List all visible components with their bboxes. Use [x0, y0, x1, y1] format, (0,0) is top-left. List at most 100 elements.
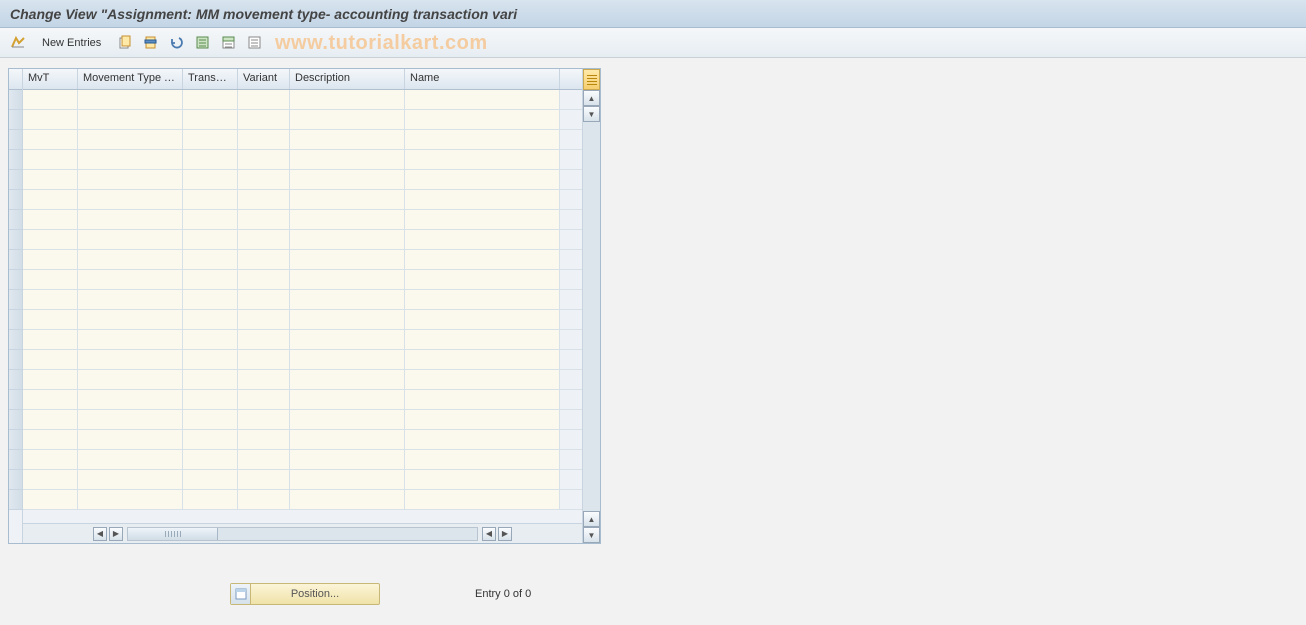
table-cell[interactable]: [290, 190, 405, 209]
table-cell[interactable]: [78, 290, 183, 309]
column-header-movement-type-text[interactable]: Movement Type Text: [78, 69, 183, 89]
copy-as-icon[interactable]: [115, 33, 135, 53]
table-settings-icon[interactable]: [583, 69, 600, 90]
table-cell[interactable]: [405, 110, 560, 129]
table-cell[interactable]: [238, 350, 290, 369]
table-row[interactable]: [23, 470, 582, 490]
row-selector-header[interactable]: [9, 69, 22, 90]
table-row[interactable]: [23, 490, 582, 510]
vscroll-up-icon[interactable]: ▲: [583, 90, 600, 106]
table-cell[interactable]: [290, 130, 405, 149]
row-selector[interactable]: [9, 310, 22, 330]
table-cell[interactable]: [290, 370, 405, 389]
table-cell[interactable]: [183, 490, 238, 509]
table-cell[interactable]: [405, 210, 560, 229]
table-cell[interactable]: [290, 350, 405, 369]
table-cell[interactable]: [405, 490, 560, 509]
table-cell[interactable]: [290, 410, 405, 429]
table-row[interactable]: [23, 370, 582, 390]
table-cell[interactable]: [238, 450, 290, 469]
table-cell[interactable]: [290, 250, 405, 269]
hscroll-left-icon[interactable]: ▶: [109, 527, 123, 541]
table-cell[interactable]: [23, 270, 78, 289]
row-selector[interactable]: [9, 110, 22, 130]
table-cell[interactable]: [290, 270, 405, 289]
row-selector[interactable]: [9, 450, 22, 470]
table-cell[interactable]: [183, 150, 238, 169]
table-cell[interactable]: [23, 110, 78, 129]
select-all-icon[interactable]: [193, 33, 213, 53]
row-selector[interactable]: [9, 190, 22, 210]
table-cell[interactable]: [405, 350, 560, 369]
table-row[interactable]: [23, 290, 582, 310]
table-cell[interactable]: [23, 250, 78, 269]
table-cell[interactable]: [238, 150, 290, 169]
table-cell[interactable]: [23, 190, 78, 209]
select-block-icon[interactable]: [219, 33, 239, 53]
table-cell[interactable]: [183, 270, 238, 289]
hscroll-track[interactable]: [127, 527, 478, 541]
table-cell[interactable]: [238, 330, 290, 349]
table-cell[interactable]: [290, 230, 405, 249]
table-cell[interactable]: [238, 370, 290, 389]
table-row[interactable]: [23, 270, 582, 290]
hscroll-last-icon[interactable]: ▶: [498, 527, 512, 541]
row-selector[interactable]: [9, 470, 22, 490]
table-cell[interactable]: [78, 490, 183, 509]
table-cell[interactable]: [290, 90, 405, 109]
table-row[interactable]: [23, 130, 582, 150]
table-cell[interactable]: [405, 450, 560, 469]
table-cell[interactable]: [290, 210, 405, 229]
table-cell[interactable]: [238, 190, 290, 209]
table-cell[interactable]: [78, 410, 183, 429]
table-row[interactable]: [23, 190, 582, 210]
other-view-icon[interactable]: [8, 33, 28, 53]
row-selector[interactable]: [9, 250, 22, 270]
table-cell[interactable]: [183, 390, 238, 409]
table-cell[interactable]: [238, 90, 290, 109]
table-cell[interactable]: [238, 470, 290, 489]
table-cell[interactable]: [238, 250, 290, 269]
table-cell[interactable]: [238, 210, 290, 229]
table-cell[interactable]: [405, 390, 560, 409]
table-cell[interactable]: [405, 90, 560, 109]
table-cell[interactable]: [238, 170, 290, 189]
table-cell[interactable]: [78, 430, 183, 449]
table-cell[interactable]: [183, 170, 238, 189]
table-cell[interactable]: [183, 410, 238, 429]
table-cell[interactable]: [290, 170, 405, 189]
table-cell[interactable]: [183, 350, 238, 369]
table-cell[interactable]: [78, 350, 183, 369]
table-cell[interactable]: [405, 410, 560, 429]
table-row[interactable]: [23, 410, 582, 430]
column-header-description[interactable]: Description: [290, 69, 405, 89]
row-selector[interactable]: [9, 350, 22, 370]
table-cell[interactable]: [23, 290, 78, 309]
table-cell[interactable]: [238, 110, 290, 129]
row-selector[interactable]: [9, 390, 22, 410]
table-cell[interactable]: [78, 330, 183, 349]
table-cell[interactable]: [405, 130, 560, 149]
table-cell[interactable]: [183, 230, 238, 249]
table-cell[interactable]: [290, 490, 405, 509]
column-header-name[interactable]: Name: [405, 69, 560, 89]
table-cell[interactable]: [290, 150, 405, 169]
table-cell[interactable]: [78, 310, 183, 329]
deselect-all-icon[interactable]: [245, 33, 265, 53]
table-row[interactable]: [23, 250, 582, 270]
table-cell[interactable]: [78, 390, 183, 409]
table-cell[interactable]: [405, 310, 560, 329]
hscroll-first-icon[interactable]: ◀: [93, 527, 107, 541]
table-cell[interactable]: [183, 290, 238, 309]
vscroll-track[interactable]: [583, 122, 600, 511]
table-cell[interactable]: [405, 250, 560, 269]
table-cell[interactable]: [183, 130, 238, 149]
row-selector[interactable]: [9, 230, 22, 250]
row-selector[interactable]: [9, 370, 22, 390]
table-row[interactable]: [23, 450, 582, 470]
table-cell[interactable]: [405, 370, 560, 389]
table-cell[interactable]: [23, 390, 78, 409]
table-cell[interactable]: [405, 190, 560, 209]
table-cell[interactable]: [23, 210, 78, 229]
table-cell[interactable]: [405, 270, 560, 289]
